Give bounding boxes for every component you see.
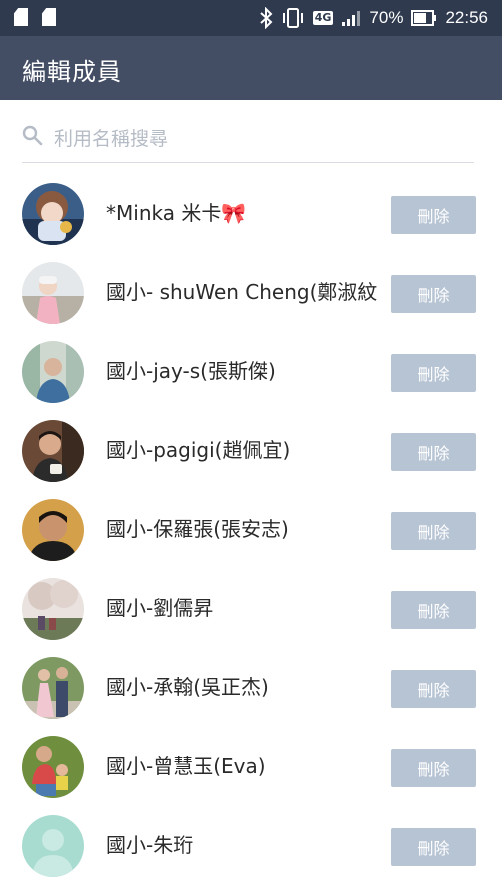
signal-strength-icon: [341, 9, 361, 27]
avatar[interactable]: [22, 262, 84, 324]
clock: 22:56: [445, 8, 488, 27]
delete-member-button[interactable]: 刪除: [391, 275, 476, 313]
list-item: 國小-朱珩 刪除: [0, 806, 502, 885]
avatar[interactable]: [22, 420, 84, 482]
delete-member-button[interactable]: 刪除: [391, 354, 476, 392]
status-bar-left: [14, 8, 56, 26]
avatar[interactable]: [22, 183, 84, 245]
delete-member-button[interactable]: 刪除: [391, 512, 476, 550]
avatar[interactable]: [22, 736, 84, 798]
delete-member-button[interactable]: 刪除: [391, 670, 476, 708]
sim-card-icon: [14, 8, 28, 26]
member-name: 國小-pagigi(趙佩宜): [106, 438, 291, 462]
avatar[interactable]: [22, 341, 84, 403]
delete-member-button[interactable]: 刪除: [391, 749, 476, 787]
member-name: 國小- shuWen Cheng(鄭淑紋: [106, 280, 378, 304]
delete-member-button[interactable]: 刪除: [391, 591, 476, 629]
status-bar: 4G 70% 22:56: [0, 0, 502, 36]
avatar[interactable]: [22, 578, 84, 640]
member-name: 國小-保羅張(張安志): [106, 517, 289, 541]
vibrate-icon: [281, 7, 305, 29]
member-name: 國小-jay-s(張斯傑): [106, 359, 276, 383]
page-title: 編輯成員: [22, 58, 122, 86]
search-icon: [22, 125, 44, 151]
list-item: *Minka 米卡🎀 刪除: [0, 174, 502, 253]
sd-card-icon: [42, 8, 56, 26]
list-item: 國小-劉儒昇 刪除: [0, 569, 502, 648]
list-item: 國小-曾慧玉(Eva) 刪除: [0, 727, 502, 806]
default-avatar-icon: [22, 815, 84, 877]
search-input[interactable]: [52, 120, 456, 158]
delete-member-button[interactable]: 刪除: [391, 828, 476, 866]
battery-icon: [411, 10, 437, 26]
avatar[interactable]: [22, 815, 84, 877]
member-name: 國小-曾慧玉(Eva): [106, 754, 266, 778]
avatar[interactable]: [22, 499, 84, 561]
app-bar: 編輯成員: [0, 36, 502, 100]
list-item: 國小-pagigi(趙佩宜) 刪除: [0, 411, 502, 490]
list-item: 國小-保羅張(張安志) 刪除: [0, 490, 502, 569]
status-bar-right: 4G 70% 22:56: [259, 5, 488, 31]
search-bar[interactable]: [22, 116, 474, 163]
member-name: *Minka 米卡🎀: [106, 201, 247, 225]
list-item: 國小- shuWen Cheng(鄭淑紋 刪除: [0, 253, 502, 332]
member-name: 國小-朱珩: [106, 833, 194, 857]
list-item: 國小-jay-s(張斯傑) 刪除: [0, 332, 502, 411]
delete-member-button[interactable]: 刪除: [391, 433, 476, 471]
delete-member-button[interactable]: 刪除: [391, 196, 476, 234]
avatar[interactable]: [22, 657, 84, 719]
list-item: 國小-承翰(吳正杰) 刪除: [0, 648, 502, 727]
network-type-icon: 4G: [312, 11, 334, 25]
member-name: 國小-承翰(吳正杰): [106, 675, 269, 699]
member-name: 國小-劉儒昇: [106, 596, 214, 620]
battery-percent: 70%: [369, 8, 404, 27]
bluetooth-icon: [259, 7, 273, 29]
member-list: *Minka 米卡🎀 刪除 國小- shuWen Cheng(鄭淑紋 刪除 國小…: [0, 174, 502, 885]
